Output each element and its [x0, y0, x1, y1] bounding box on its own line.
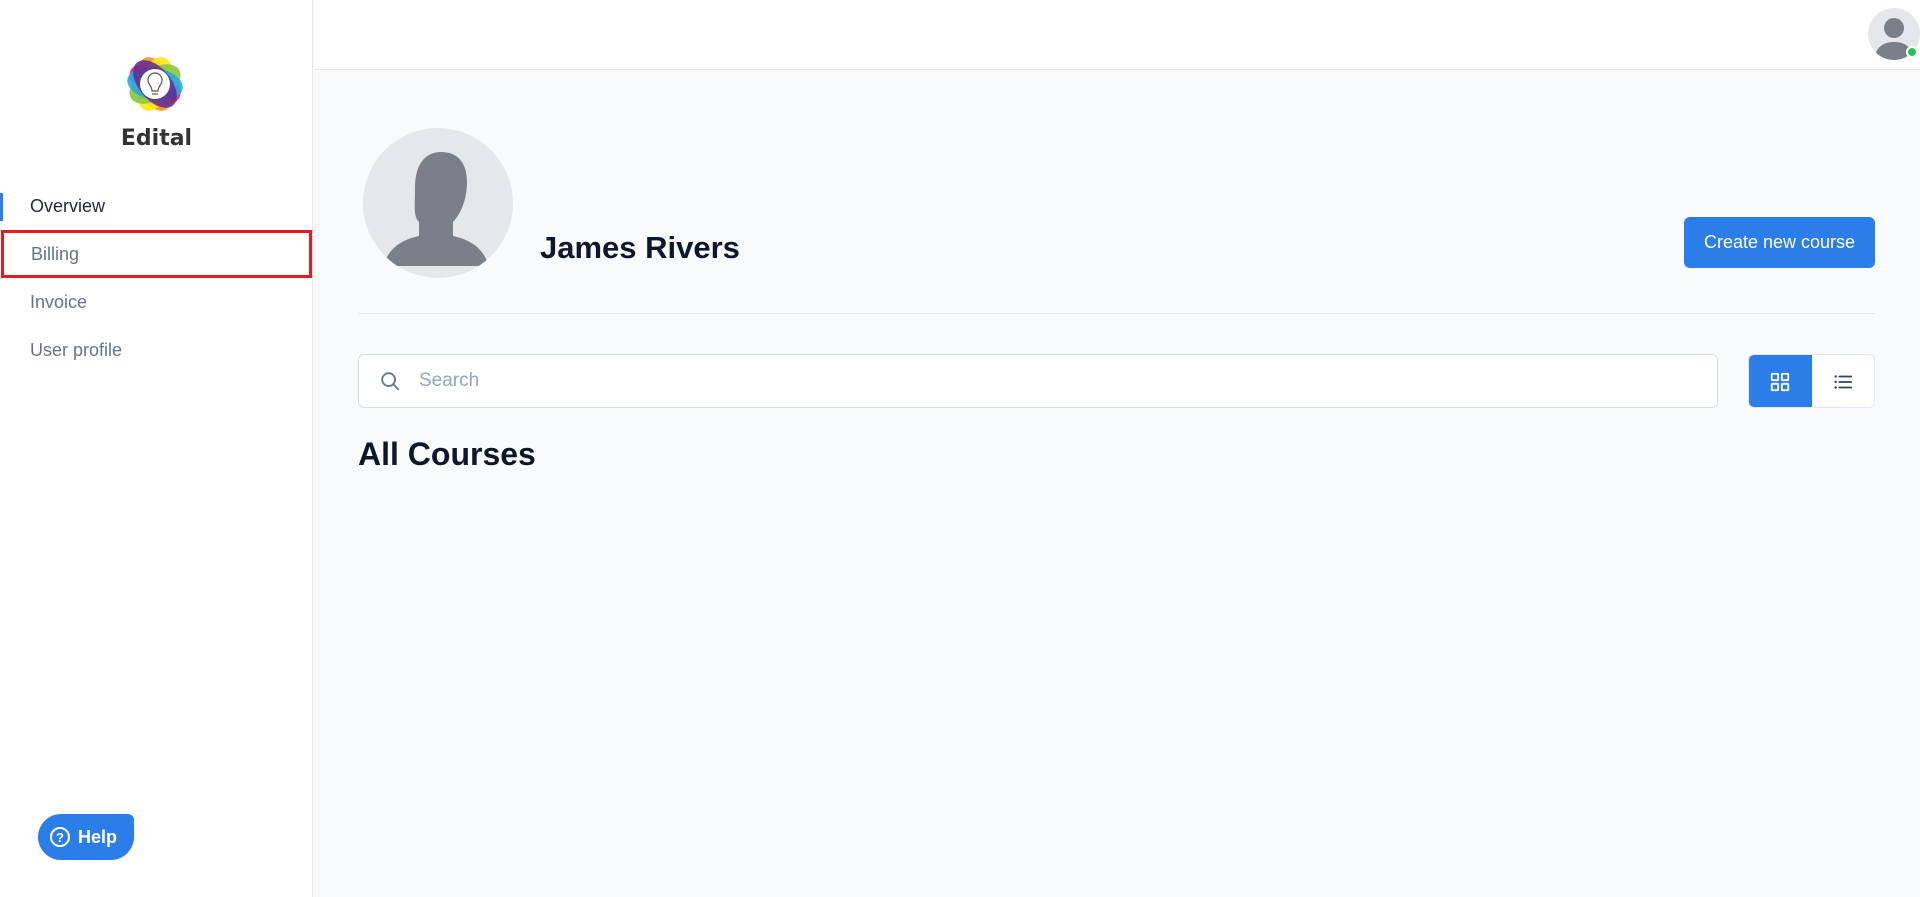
all-courses-heading: All Courses [358, 436, 536, 472]
brand-name: Edital [120, 126, 193, 151]
sidebar-item-billing[interactable]: Billing [1, 230, 312, 278]
sidebar: Edital Overview Billing Invoice User pro… [0, 0, 313, 897]
grid-icon [1771, 372, 1790, 392]
profile-name: James Rivers [540, 230, 740, 265]
create-new-course-button[interactable]: Create new course [1684, 217, 1875, 268]
sidebar-item-label: User profile [30, 339, 123, 360]
profile-avatar [363, 128, 513, 278]
help-label: Help [78, 826, 118, 847]
grid-view-button[interactable] [1749, 355, 1812, 407]
edital-logo[interactable] [115, 44, 195, 124]
question-circle-icon: ? [50, 827, 70, 847]
list-view-button[interactable] [1812, 355, 1875, 407]
search-bar [358, 354, 1718, 408]
user-silhouette-icon [383, 152, 489, 266]
sidebar-item-label: Billing [31, 243, 80, 264]
sidebar-item-overview[interactable]: Overview [0, 182, 313, 230]
divider [358, 313, 1875, 314]
search-input[interactable] [419, 370, 1669, 392]
search-icon [381, 372, 400, 391]
sidebar-item-user-profile[interactable]: User profile [0, 326, 313, 374]
sidebar-nav: Overview Billing Invoice User profile [0, 182, 313, 374]
online-status-dot [1906, 46, 1918, 58]
sidebar-item-invoice[interactable]: Invoice [0, 278, 313, 326]
top-bar [314, 0, 1920, 70]
view-toggle [1748, 354, 1875, 408]
list-icon [1834, 375, 1852, 389]
help-button[interactable]: ? Help [38, 814, 134, 860]
sidebar-item-label: Invoice [30, 291, 88, 312]
sidebar-item-label: Overview [30, 195, 106, 216]
